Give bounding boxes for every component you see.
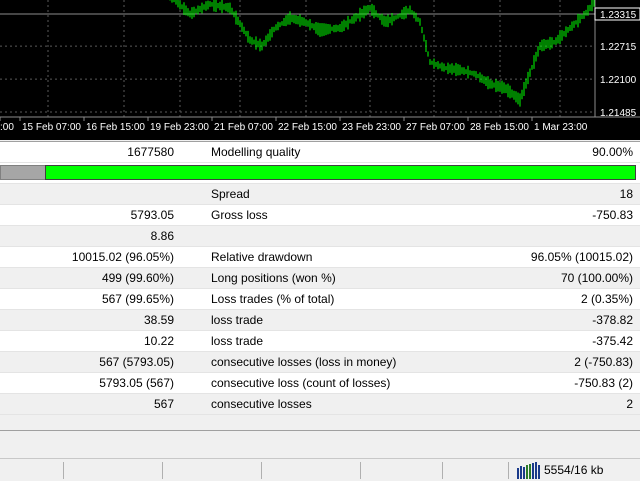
report-row-long-positions: 499 (99.60%) Long positions (won %) 70 (… [0,268,640,289]
report-value-left: 5793.05 (567) [99,376,174,390]
report-row-average-consecutive-losses: 567 consecutive losses 2 [0,394,640,415]
report-row-modelling-quality: 1677580 Modelling quality 90.00% [0,142,640,163]
time-label: 27 Feb 07:00 [406,122,465,133]
price-label: 1.23315 [600,10,637,21]
report-value-right: 18 [619,187,633,201]
status-separator [162,462,163,479]
report-label-right: consecutive loss (count of losses) [211,376,391,390]
price-chart[interactable]: 1.23315 1.22715 1.22100 1.21485 :00 15 Feb 07… [0,0,640,140]
report-label-right: Gross loss [211,208,268,222]
time-label: 15 Feb 07:00 [22,122,81,133]
report-row-loss-trades: 567 (99.65%) Loss trades (% of total) 2 … [0,289,640,310]
report-value-right: -750.83 [592,208,633,222]
report-row-max-consecutive-loss-count: 5793.05 (567) consecutive loss (count of… [0,373,640,394]
report-value-left: 1677580 [127,145,174,159]
time-label: 21 Feb 07:00 [214,122,273,133]
report-value-left: 567 [153,397,174,411]
report-row-max-consecutive-losses-money: 567 (5793.05) consecutive losses (loss i… [0,352,640,373]
time-label: 22 Feb 15:00 [278,122,337,133]
time-label: :00 [0,122,14,133]
report-value-left: 38.59 [143,313,174,327]
report-value-left: 8.86 [150,229,174,243]
report-label-right: Spread [211,187,250,201]
report-value-right: 2 (0.35%) [580,292,633,306]
report-label-right: Loss trades (% of total) [211,292,335,306]
status-separator [63,462,64,479]
status-bar: 5554/16 kb [0,458,640,481]
time-label: 16 Feb 15:00 [86,122,145,133]
report-label-right: Relative drawdown [211,250,313,264]
report-label-right: consecutive losses [211,397,312,411]
quality-bar-missing [0,165,45,180]
report-value-right: 2 (-750.83) [574,355,633,369]
report-value-right: -378.82 [592,313,633,327]
price-chart-canvas[interactable]: 1.23315 1.22715 1.22100 1.21485 :00 15 Feb 07… [0,0,640,140]
report-row-spread: Spread 18 [0,184,640,205]
report-value-right: -750.83 (2) [574,376,633,390]
traffic-counter: 5554/16 kb [544,463,604,477]
report-value-left: 567 (5793.05) [99,355,174,369]
report-value-right: -375.42 [592,334,633,348]
price-label: 1.22100 [600,75,637,86]
quality-bar-filled [45,165,636,180]
time-label: 23 Feb 23:00 [342,122,401,133]
price-label: 1.22715 [600,42,637,53]
panel-divider[interactable] [0,430,640,431]
report-row-expected-payoff: 8.86 [0,226,640,247]
report-value-right: 2 [626,397,633,411]
report-value-left: 10.22 [143,334,174,348]
report-label-right: Modelling quality [211,145,301,159]
report-value-right: 70 (100.00%) [560,271,633,285]
modelling-quality-bar [0,163,640,184]
report-label-right: loss trade [211,334,264,348]
report-row-gross-loss: 5793.05 Gross loss -750.83 [0,205,640,226]
report-value-right: 96.05% (10015.02) [530,250,633,264]
report-label-right: loss trade [211,313,264,327]
status-separator [261,462,262,479]
report-value-left: 499 (99.60%) [101,271,174,285]
time-label: 1 Mar 23:00 [534,122,588,133]
report-row-relative-drawdown: 10015.02 (96.05%) Relative drawdown 96.0… [0,247,640,268]
status-separator [508,462,509,479]
report-row-average-loss-trade: 10.22 loss trade -375.42 [0,331,640,352]
status-separator [442,462,443,479]
strategy-report: 1677580 Modelling quality 90.00% Spread … [0,141,640,415]
report-value-left: 10015.02 (96.05%) [71,250,174,264]
report-value-right: 90.00% [592,145,633,159]
report-label-right: consecutive losses (loss in money) [211,355,397,369]
time-label: 19 Feb 23:00 [150,122,209,133]
status-separator [360,462,361,479]
report-row-largest-loss-trade: 38.59 loss trade -378.82 [0,310,640,331]
price-label: 1.21485 [600,108,637,119]
report-value-left: 567 (99.65%) [101,292,174,306]
connection-traffic-icon [517,462,540,479]
report-value-left: 5793.05 [130,208,174,222]
time-label: 28 Feb 15:00 [470,122,529,133]
report-label-right: Long positions (won %) [211,271,336,285]
